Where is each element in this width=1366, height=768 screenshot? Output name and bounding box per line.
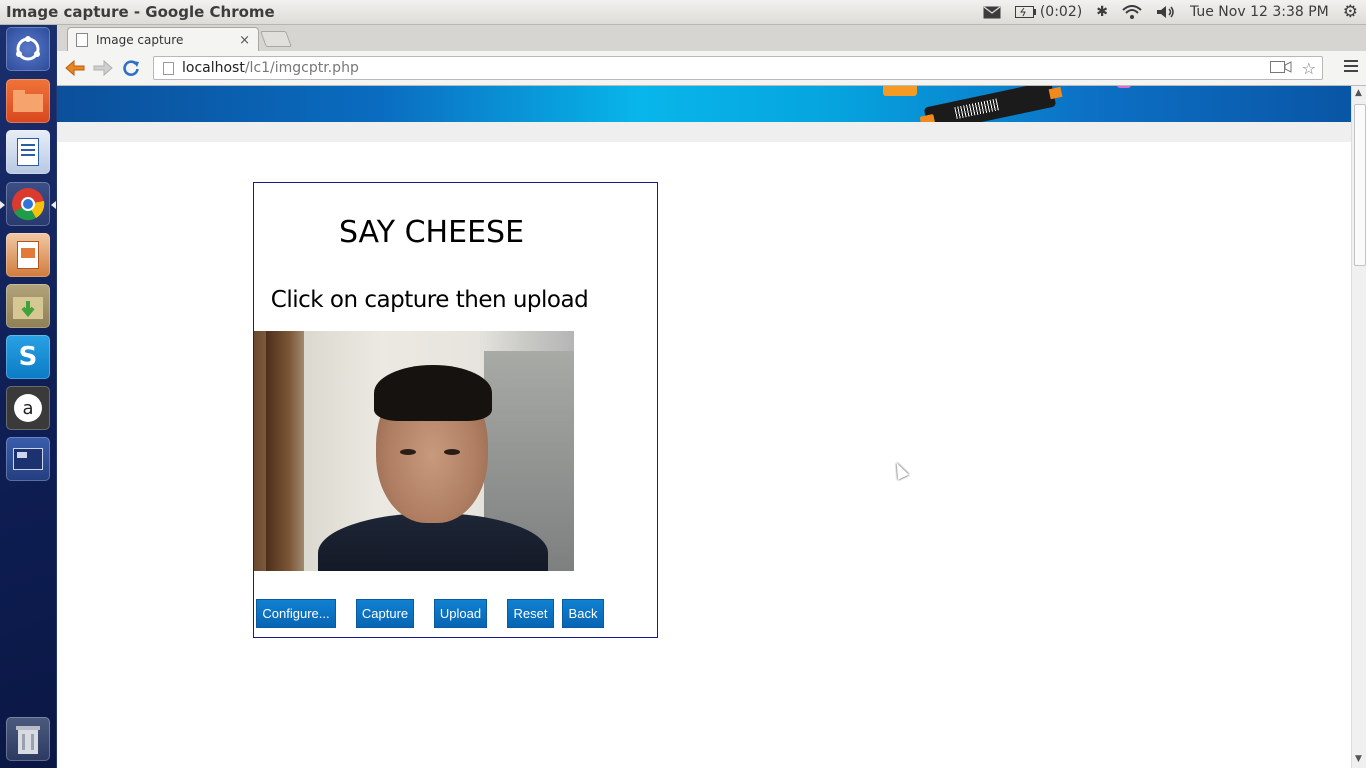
indicator-area: (0:02) ✱ Tue Nov 12 3:38 PM ⚙ (983, 2, 1358, 22)
mail-icon[interactable] (983, 6, 1001, 19)
forward-arrow-icon[interactable] (93, 58, 113, 78)
scroll-down-icon[interactable]: ▼ (1355, 754, 1362, 764)
capture-panel: SAY CHEESE Click on capture then upload … (253, 182, 658, 638)
svg-text:a: a (22, 398, 33, 419)
battery-time: (0:02) (1039, 4, 1083, 20)
url-host: localhost (182, 60, 245, 76)
tab-image-capture[interactable]: Image capture × (67, 27, 259, 52)
upload-button[interactable]: Upload (434, 599, 487, 628)
unity-launcher: S a (0, 25, 57, 768)
back-button[interactable]: Back (562, 599, 604, 628)
close-icon[interactable]: × (239, 33, 250, 48)
impress-icon[interactable] (6, 233, 50, 277)
page-scrollbar[interactable]: ▲ ▼ (1351, 86, 1366, 768)
clock[interactable]: Tue Nov 12 3:38 PM (1190, 4, 1329, 20)
bookmark-star-icon[interactable]: ☆ (1302, 59, 1316, 78)
bluetooth-icon[interactable]: ✱ (1096, 4, 1108, 20)
reload-icon[interactable] (121, 58, 141, 78)
banner-graphic-accent (1117, 86, 1131, 88)
menu-icon[interactable] (1344, 60, 1358, 75)
battery-indicator[interactable]: (0:02) (1014, 4, 1083, 20)
reset-button[interactable]: Reset (507, 599, 554, 628)
wifi-icon[interactable] (1122, 5, 1142, 19)
gear-icon[interactable]: ⚙ (1343, 2, 1358, 22)
top-panel: Image capture - Google Chrome (0:02) ✱ T… (0, 0, 1366, 25)
browser-toolbar: localhost/lc1/imgcptr.php ☆ (57, 51, 1366, 86)
writer-icon[interactable] (6, 130, 50, 174)
configure-button[interactable]: Configure... (256, 599, 336, 628)
files-icon[interactable] (6, 79, 50, 123)
page-title: SAY CHEESE (338, 215, 525, 250)
banner-strip (57, 122, 1351, 142)
url-path: /lc1/imgcptr.php (244, 60, 359, 76)
page-icon (163, 61, 174, 75)
page-viewport: SAY CHEESE Click on capture then upload … (57, 86, 1351, 768)
scroll-up-icon[interactable]: ▲ (1355, 88, 1362, 98)
new-tab-button[interactable] (260, 31, 292, 47)
skype-icon[interactable]: S (6, 335, 50, 379)
active-indicator-icon (0, 201, 5, 209)
archive-manager-icon[interactable] (6, 284, 50, 328)
window-title: Image capture - Google Chrome (6, 3, 275, 21)
address-bar[interactable]: localhost/lc1/imgcptr.php ☆ (153, 56, 1323, 80)
instruction-text: Click on capture then upload (270, 287, 589, 313)
back-arrow-icon[interactable] (65, 58, 85, 78)
camera-icon[interactable] (1269, 59, 1292, 78)
amazon-icon[interactable]: a (6, 386, 50, 430)
page-favicon-icon (76, 33, 88, 47)
webcam-preview (254, 331, 574, 571)
capture-button[interactable]: Capture (356, 599, 414, 628)
focused-indicator-icon (51, 201, 56, 209)
volume-icon[interactable] (1156, 5, 1176, 19)
banner-graphic (883, 86, 917, 96)
chrome-icon[interactable] (6, 182, 50, 226)
trash-icon[interactable] (6, 717, 50, 761)
tab-title: Image capture (96, 33, 184, 47)
battery-icon (1014, 6, 1036, 18)
scroll-thumb[interactable] (1354, 104, 1366, 266)
dash-home-icon[interactable] (6, 27, 50, 71)
workspace-switcher-icon[interactable] (6, 437, 50, 481)
site-banner (57, 86, 1351, 134)
tab-strip: Image capture × (57, 25, 1366, 52)
